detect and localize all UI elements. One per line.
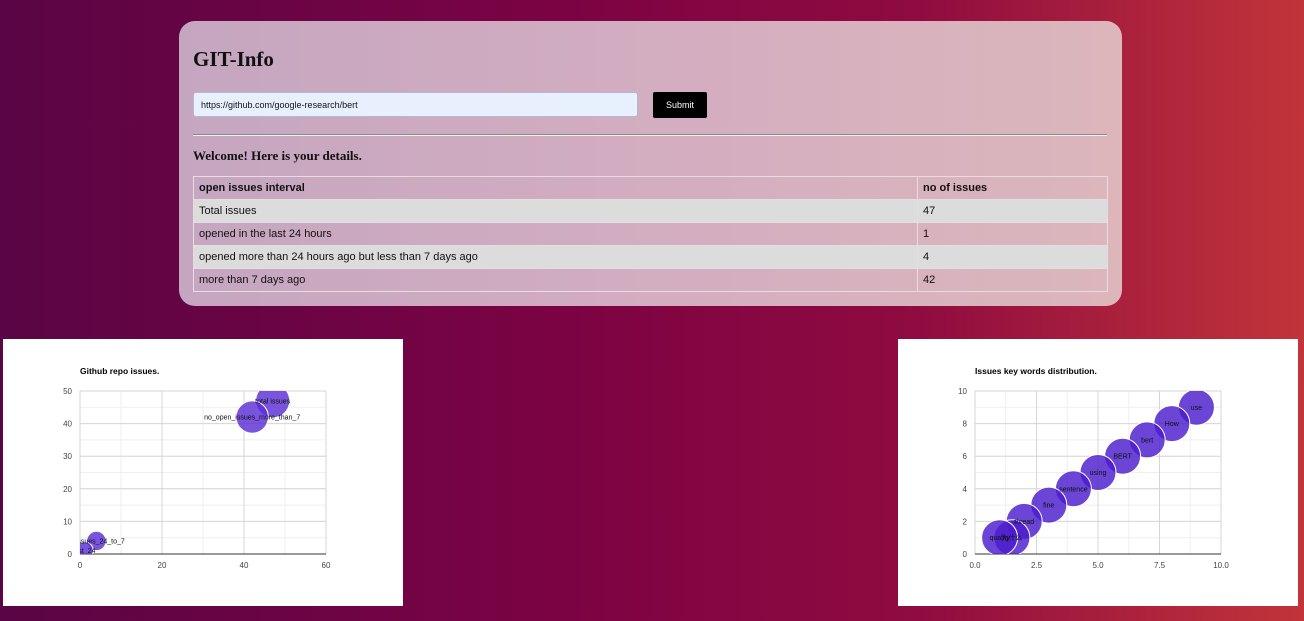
bubble-label: n_issues_24_to_7 bbox=[68, 538, 125, 545]
keywords-chart: Issues key words distribution. 0 2 4 6 8 10 0.0… bbox=[898, 339, 1298, 606]
bubble-label: thread bbox=[1014, 519, 1034, 526]
x-tick-label: 40 bbox=[240, 561, 249, 570]
x-tick-label: 20 bbox=[158, 561, 167, 570]
x-tick-label: 7.5 bbox=[1154, 561, 1166, 570]
y-tick-label: 8 bbox=[963, 420, 968, 429]
table-cell-interval: Total issues bbox=[193, 199, 918, 223]
bubble-label: no_open_issues_more_than_7 bbox=[204, 415, 300, 422]
column-header-count: no of issues bbox=[917, 176, 1108, 200]
issues-table: open issues interval no of issues Total … bbox=[193, 176, 1108, 292]
table-row: more than 7 days ago 42 bbox=[193, 268, 1108, 292]
x-tick-label: 0.0 bbox=[969, 561, 981, 570]
y-tick-label: 2 bbox=[963, 517, 968, 526]
bubble-label: use bbox=[1191, 405, 1202, 412]
y-tick-label: 30 bbox=[63, 452, 72, 461]
bubble-label: How bbox=[1165, 421, 1180, 428]
bubble-label: bert bbox=[1141, 437, 1153, 444]
bubbles bbox=[80, 391, 291, 554]
repo-issues-chart-svg: Github repo issues. 0 10 20 30 40 50 0 20 40 60 tot… bbox=[63, 366, 331, 570]
x-tick-label: 0 bbox=[78, 561, 83, 570]
repo-issues-chart: Github repo issues. 0 10 20 30 40 50 0 20 40 60 tot… bbox=[3, 339, 403, 606]
table-header-row: open issues interval no of issues bbox=[193, 176, 1108, 200]
x-tick-label: 60 bbox=[322, 561, 331, 570]
y-tick-label: 4 bbox=[963, 485, 968, 494]
y-tick-label: 50 bbox=[63, 387, 72, 396]
bubble-label: using bbox=[1090, 470, 1107, 477]
bubble-label: quality bbox=[989, 535, 1010, 542]
table-cell-interval: more than 7 days ago bbox=[193, 268, 918, 292]
table-row: opened more than 24 hours ago but less t… bbox=[193, 245, 1108, 269]
x-tick-label: 2.5 bbox=[1031, 561, 1043, 570]
chart-title: Issues key words distribution. bbox=[975, 366, 1097, 376]
y-tick-label: 0 bbox=[963, 550, 968, 559]
y-tick-label: 6 bbox=[963, 452, 968, 461]
table-cell-interval: opened more than 24 hours ago but less t… bbox=[193, 245, 918, 269]
bubble-label: fine bbox=[1043, 503, 1054, 510]
table-cell-count: 4 bbox=[917, 245, 1108, 269]
x-tick-label: 5.0 bbox=[1092, 561, 1104, 570]
table-row: Total issues 47 bbox=[193, 199, 1108, 223]
y-tick-label: 20 bbox=[63, 485, 72, 494]
x-tick-label: 10.0 bbox=[1213, 561, 1229, 570]
table-cell-interval: opened in the last 24 hours bbox=[193, 222, 918, 246]
chart-title: Github repo issues. bbox=[80, 366, 159, 376]
repo-url-input[interactable] bbox=[193, 92, 638, 117]
column-header-interval: open issues interval bbox=[193, 176, 918, 200]
bubble-label: sentence bbox=[1059, 486, 1088, 493]
keywords-chart-svg: Issues key words distribution. 0 2 4 6 8 10 0.0… bbox=[958, 366, 1229, 570]
y-tick-label: 10 bbox=[63, 517, 72, 526]
table-cell-count: 47 bbox=[917, 199, 1108, 223]
bubble-label: total issues bbox=[255, 398, 291, 405]
y-tick-label: 40 bbox=[63, 420, 72, 429]
table-cell-count: 42 bbox=[917, 268, 1108, 292]
submit-button[interactable]: Submit bbox=[653, 92, 707, 118]
y-tick-label: 0 bbox=[68, 550, 73, 559]
divider bbox=[193, 134, 1107, 136]
page-title: GIT-Info bbox=[193, 47, 274, 71]
welcome-message: Welcome! Here is your details. bbox=[193, 148, 362, 163]
git-info-card: GIT-Info Submit Welcome! Here is your de… bbox=[179, 21, 1122, 306]
y-tick-label: 10 bbox=[958, 387, 967, 396]
table-cell-count: 1 bbox=[917, 222, 1108, 246]
table-row: opened in the last 24 hours 1 bbox=[193, 222, 1108, 246]
bubble-label: BERT bbox=[1113, 454, 1132, 461]
